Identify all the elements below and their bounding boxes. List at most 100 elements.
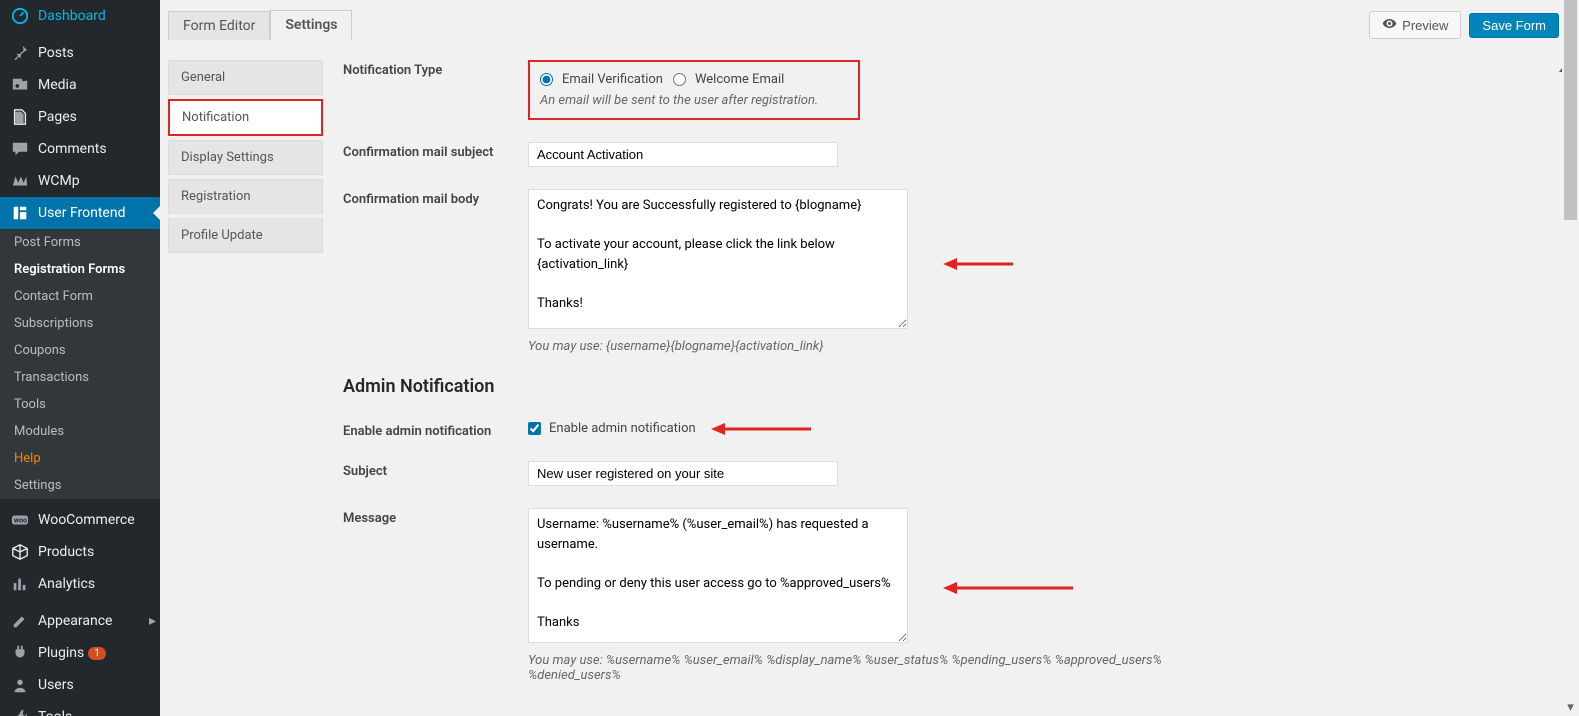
main-content: Form Editor Settings Preview Save Form G… (160, 0, 1579, 716)
appearance-icon (10, 612, 30, 630)
form-area: Notification Type Email Verification Wel… (323, 40, 1523, 705)
sub-tools[interactable]: Tools (0, 391, 160, 418)
media-icon (10, 76, 30, 94)
pin-icon (10, 44, 30, 62)
sub-transactions[interactable]: Transactions (0, 364, 160, 391)
scrollbar[interactable]: ▾ (1562, 0, 1579, 716)
preview-label: Preview (1402, 18, 1448, 33)
admin-message-textarea[interactable] (528, 508, 908, 643)
sub-modules[interactable]: Modules (0, 418, 160, 445)
confirmation-body-hint: You may use: {username}{blogname}{activa… (528, 339, 1248, 354)
sidebar-label: Dashboard (38, 8, 106, 24)
sidebar-label: Plugins (38, 645, 84, 661)
sidebar-item-analytics[interactable]: Analytics (0, 568, 160, 600)
sidebar-item-plugins[interactable]: Plugins 1 (0, 637, 160, 669)
eye-icon (1382, 16, 1397, 34)
admin-subject-input[interactable] (528, 461, 838, 486)
stab-notification[interactable]: Notification (168, 99, 323, 136)
scrollbar-down-arrow-icon[interactable]: ▾ (1562, 699, 1579, 716)
annotation-arrow-icon (943, 254, 1013, 274)
enable-admin-label: Enable admin notification (343, 421, 528, 439)
plugins-update-badge: 1 (88, 647, 106, 660)
sidebar-label: Comments (38, 141, 107, 157)
users-icon (10, 676, 30, 694)
sidebar-submenu: Post Forms Registration Forms Contact Fo… (0, 229, 160, 499)
confirmation-body-label: Confirmation mail body (343, 189, 528, 207)
sidebar-label: Appearance (38, 613, 112, 629)
sidebar-item-woocommerce[interactable]: woo WooCommerce (0, 504, 160, 536)
preview-button[interactable]: Preview (1369, 11, 1461, 39)
sub-post-forms[interactable]: Post Forms (0, 229, 160, 256)
products-icon (10, 543, 30, 561)
tools-icon (10, 708, 30, 716)
admin-notification-heading: Admin Notification (343, 376, 1523, 397)
sub-subscriptions[interactable]: Subscriptions (0, 310, 160, 337)
sidebar-item-users[interactable]: Users (0, 669, 160, 701)
enable-admin-cb-label: Enable admin notification (549, 421, 696, 436)
admin-subject-label: Subject (343, 461, 528, 479)
sidebar-label: Tools (38, 709, 72, 716)
notification-type-label: Notification Type (343, 60, 528, 78)
admin-message-hint: You may use: %username% %user_email% %di… (528, 653, 1248, 683)
sidebar-item-posts[interactable]: Posts (0, 37, 160, 69)
analytics-icon (10, 575, 30, 593)
tab-bar: Form Editor Settings Preview Save Form (160, 0, 1559, 40)
dashboard-icon (10, 7, 30, 25)
sidebar-label: Products (38, 544, 94, 560)
tab-form-editor[interactable]: Form Editor (168, 11, 270, 40)
sidebar-item-wcmp[interactable]: WCMp (0, 165, 160, 197)
enable-admin-checkbox[interactable] (528, 422, 541, 435)
notification-type-hint: An email will be sent to the user after … (540, 93, 818, 108)
sidebar-label: Users (38, 677, 74, 693)
sidebar-label: User Frontend (38, 205, 125, 221)
stab-profile-update[interactable]: Profile Update (168, 218, 323, 253)
sidebar-item-appearance[interactable]: Appearance ▸ (0, 605, 160, 637)
user-frontend-icon (10, 204, 30, 222)
confirmation-subject-input[interactable] (528, 142, 838, 167)
annotation-arrow-icon (711, 419, 811, 439)
svg-text:woo: woo (14, 516, 27, 525)
wcmp-icon (10, 172, 30, 190)
radio-welcome-email[interactable] (673, 73, 686, 86)
confirmation-body-textarea[interactable] (528, 189, 908, 329)
radio-label-email-verification: Email Verification (562, 72, 663, 87)
confirmation-subject-label: Confirmation mail subject (343, 142, 528, 160)
radio-email-verification[interactable] (540, 73, 553, 86)
sidebar-item-tools[interactable]: Tools (0, 701, 160, 716)
woocommerce-icon: woo (10, 511, 30, 529)
save-form-button[interactable]: Save Form (1469, 13, 1559, 38)
sub-coupons[interactable]: Coupons (0, 337, 160, 364)
plugins-icon (10, 644, 30, 662)
scrollbar-thumb[interactable] (1564, 0, 1577, 220)
sub-settings[interactable]: Settings (0, 472, 160, 499)
annotation-arrow-icon (943, 578, 1073, 598)
notification-type-radios: Email Verification Welcome Email (540, 72, 818, 87)
sub-help[interactable]: Help (0, 445, 160, 472)
sidebar-label: WooCommerce (38, 512, 135, 528)
stab-registration[interactable]: Registration (168, 179, 323, 214)
admin-message-label: Message (343, 508, 528, 526)
sub-registration-forms[interactable]: Registration Forms (0, 256, 160, 283)
sidebar-label: Media (38, 77, 77, 93)
sidebar-label: Analytics (38, 576, 95, 592)
comments-icon (10, 140, 30, 158)
pages-icon (10, 108, 30, 126)
sub-contact-form[interactable]: Contact Form (0, 283, 160, 310)
sidebar-item-media[interactable]: Media (0, 69, 160, 101)
sidebar-label: Posts (38, 45, 74, 61)
tab-settings[interactable]: Settings (270, 10, 352, 40)
sidebar-item-products[interactable]: Products (0, 536, 160, 568)
sidebar-item-dashboard[interactable]: Dashboard (0, 0, 160, 32)
stab-general[interactable]: General (168, 60, 323, 95)
sidebar-item-pages[interactable]: Pages (0, 101, 160, 133)
radio-label-welcome-email: Welcome Email (695, 72, 784, 87)
flyout-arrow-icon: ▸ (149, 613, 156, 629)
stab-display-settings[interactable]: Display Settings (168, 140, 323, 175)
sidebar-label: Pages (38, 109, 77, 125)
sidebar-item-user-frontend[interactable]: User Frontend (0, 197, 160, 229)
settings-tabs: General Notification Display Settings Re… (168, 60, 323, 705)
sidebar-item-comments[interactable]: Comments (0, 133, 160, 165)
sidebar-label: WCMp (38, 173, 80, 189)
notification-type-box: Email Verification Welcome Email An emai… (528, 60, 860, 120)
admin-sidebar: Dashboard Posts Media Pages Comments WCM… (0, 0, 160, 716)
